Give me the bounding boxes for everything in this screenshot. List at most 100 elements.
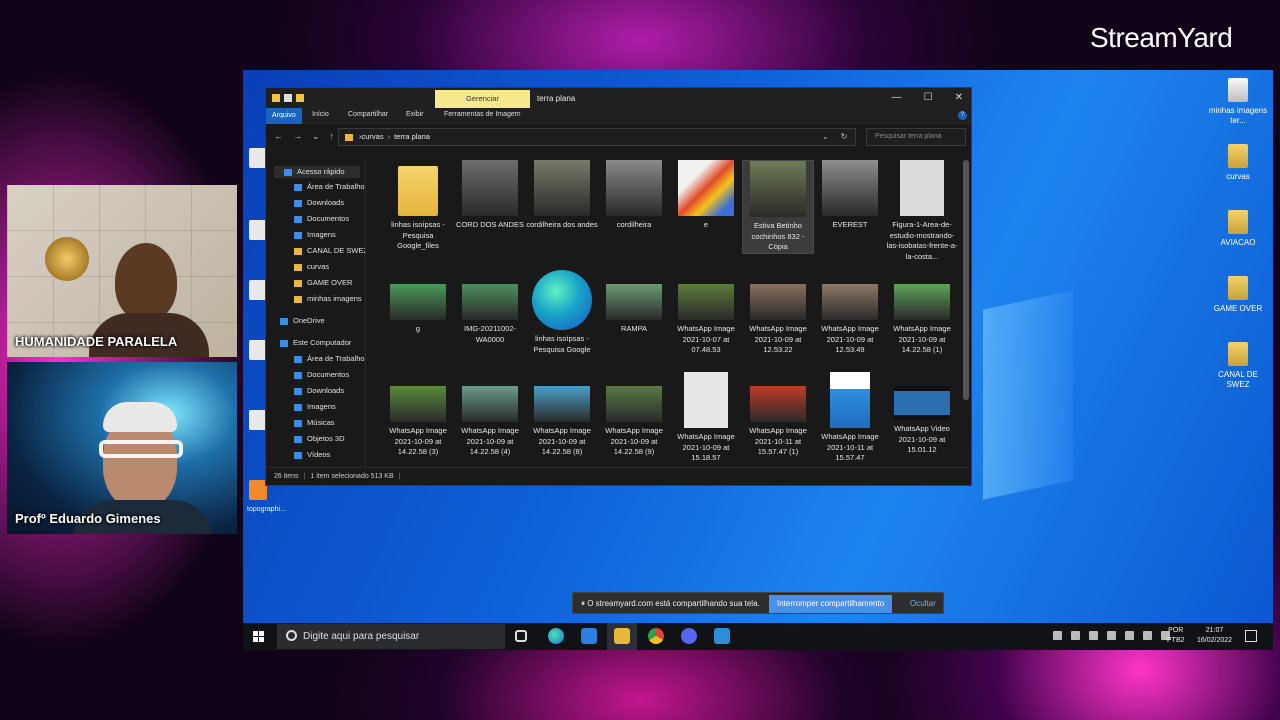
usb-icon[interactable] [1071,631,1080,640]
file-item[interactable]: RAMPA [598,270,670,335]
tab-exibir[interactable]: Exibir [406,111,424,118]
vertical-scrollbar[interactable] [963,160,969,400]
desktop-icon-minhas-imagens[interactable]: minhas imagens ter... [1207,78,1269,126]
up-icon[interactable]: ↑ [330,131,335,142]
file-item[interactable]: CORD DOS ANDES [454,160,526,231]
file-item[interactable]: WhatsApp Image 2021-10-09 at 14.22.58 (3… [382,372,454,458]
taskbar[interactable]: Digite aqui para pesquisar POR PTB2 21:0… [243,623,1273,650]
nav-item[interactable]: Documentos [294,370,349,379]
file-item[interactable]: WhatsApp Image 2021-10-09 at 15.18.57 [670,372,742,464]
nav-item[interactable]: Documentos [294,214,349,223]
tab-ferramentas-de-imagem[interactable]: Ferramentas de Imagem [444,111,521,118]
recent-locations-icon[interactable]: ⌄ [312,131,320,142]
address-dropdown-icon[interactable]: ⌄ [822,132,829,141]
chevron-up-icon[interactable] [1053,631,1062,640]
network-icon[interactable] [1125,631,1134,640]
file-item[interactable]: g [382,270,454,335]
stop-sharing-button[interactable]: Interromper compartilhamento [769,595,893,613]
file-list[interactable]: linhas isoípsas - Pesquisa Google_files C… [367,160,963,468]
file-item[interactable]: WhatsApp Image 2021-10-07 at 07.48.53 [670,270,742,356]
nav-item[interactable]: Downloads [294,198,344,207]
help-icon[interactable]: ? [958,111,967,120]
file-item[interactable]: EVEREST [814,160,886,231]
nav-item[interactable]: Objetos 3D [294,434,345,443]
app-icon[interactable] [581,628,597,644]
nav-item[interactable]: Imagens [294,402,336,411]
properties-icon[interactable] [284,94,292,102]
language-indicator[interactable]: POR PTB2 [1167,626,1185,646]
file-item[interactable]: Estiva Betinho cochinhos 832 - Cópia [742,160,814,254]
file-item[interactable]: WhatsApp Image 2021-10-09 at 14.22.58 (4… [454,372,526,458]
file-item[interactable]: WhatsApp Image 2021-10-11 at 15.57.47 (1… [742,372,814,458]
file-explorer-window[interactable]: Gerenciar terra plana — ☐ ✕ Arquivo Iníc… [265,87,972,486]
window-controls[interactable]: — ☐ ✕ [892,92,963,103]
nav-item[interactable]: Este Computador [280,338,351,347]
tab-compartilhar[interactable]: Compartilhar [348,111,388,118]
nav-item[interactable]: Downloads [294,386,344,395]
title-bar[interactable]: Gerenciar terra plana — ☐ ✕ [266,88,971,108]
file-item[interactable]: WhatsApp Image 2021-10-11 at 15.57.47 [814,372,886,464]
tray-app-icon[interactable] [1107,631,1116,640]
nav-item[interactable]: Vídeos [294,450,330,459]
file-item[interactable]: WhatsApp Image 2021-10-09 at 12.53.22 [742,270,814,356]
notification-icon[interactable] [1245,630,1257,642]
hide-button[interactable]: Ocultar [910,593,936,615]
nav-item[interactable]: Músicas [294,418,335,427]
folder-icon[interactable] [272,94,280,102]
taskbar-search[interactable]: Digite aqui para pesquisar [277,624,505,649]
quick-access-toolbar[interactable] [272,94,304,102]
new-folder-icon[interactable] [296,94,304,102]
nav-item[interactable]: OneDrive [280,316,325,325]
nav-item[interactable]: Imagens [294,230,336,239]
start-button[interactable] [253,631,264,642]
contextual-tab-manage[interactable]: Gerenciar [435,90,530,108]
address-bar[interactable]: ›curvas › terra plana [338,128,856,146]
forward-icon[interactable]: → [293,131,302,142]
file-item[interactable]: WhatsApp Image 2021-10-09 at 14.22.58 (8… [526,372,598,458]
desktop-icon-aviacao[interactable]: AVIACAO [1207,210,1269,248]
file-item[interactable]: e [670,160,742,231]
desktop-icon-canal-de-swez[interactable]: CANAL DE SWEZ [1207,342,1269,390]
discord-icon[interactable] [681,628,697,644]
address-bar-row[interactable]: ← → ⌄ ↑ ›curvas › terra plana ⌄ ↻ Pesquisa… [266,124,971,150]
system-tray[interactable] [1053,631,1170,640]
file-item[interactable]: WhatsApp Image 2021-10-09 at 12.53.49 [814,270,886,356]
file-item[interactable]: Figura-1-Area-de-estudio-mostrando-las-i… [886,160,958,262]
task-view-icon[interactable] [515,630,527,642]
navigation-pane[interactable]: Acesso rápido Área de Trabalho Downloads Do… [266,160,366,468]
file-item[interactable]: cordilheira [598,160,670,231]
file-item[interactable]: cordilheira dos andes [526,160,598,231]
desktop-icon-game-over[interactable]: GAME OVER [1207,276,1269,314]
file-item[interactable]: IMG-20211002-WA0000 [454,270,526,345]
ribbon-tabs[interactable]: Arquivo Início Compartilhar Exibir Ferra… [266,108,971,124]
wifi-icon[interactable] [1143,631,1152,640]
file-item[interactable]: WhatsApp Image 2021-10-09 at 14.22.58 (1… [886,270,958,356]
photos-icon[interactable] [714,628,730,644]
refresh-icon[interactable]: ↻ [841,132,848,141]
file-item[interactable]: linhas isoípsas - Pesquisa Google_files [382,160,454,252]
file-explorer-icon[interactable] [614,628,630,644]
nav-item[interactable]: GAME OVER [294,278,352,287]
breadcrumb-terra-plana[interactable]: terra plana [394,132,430,141]
maximize-icon[interactable]: ☐ [924,92,933,103]
address-controls[interactable]: ⌄ ↻ [822,132,847,141]
back-icon[interactable]: ← [274,131,283,142]
close-icon[interactable]: ✕ [955,92,963,103]
tray-app-icon[interactable] [1089,631,1098,640]
nav-item[interactable]: CANAL DE SWEZ [294,246,365,255]
clock[interactable]: 21:07 16/02/2022 [1197,626,1232,646]
file-item[interactable]: WhatsApp Video 2021-10-09 at 15.01.12 [886,372,958,456]
nav-item[interactable]: Acesso rápido [274,166,360,178]
nav-item[interactable]: curvas [294,262,329,271]
file-item[interactable]: WhatsApp Image 2021-10-09 at 14.22.58 (9… [598,372,670,458]
nav-item[interactable]: Área de Trabalho [294,182,365,191]
file-item[interactable]: linhas isoípsas - Pesquisa Google [526,270,598,355]
tab-arquivo[interactable]: Arquivo [266,108,302,124]
navigation-buttons[interactable]: ← → ⌄ ↑ [274,131,334,142]
desktop-icon-curvas[interactable]: curvas [1207,144,1269,182]
nav-item[interactable]: Área de Trabalho [294,354,365,363]
search-input[interactable]: Pesquisar terra plana [866,128,966,146]
edge-icon[interactable] [548,628,564,644]
nav-item[interactable]: minhas imagens [294,294,362,303]
breadcrumb-curvas[interactable]: curvas [362,132,384,141]
